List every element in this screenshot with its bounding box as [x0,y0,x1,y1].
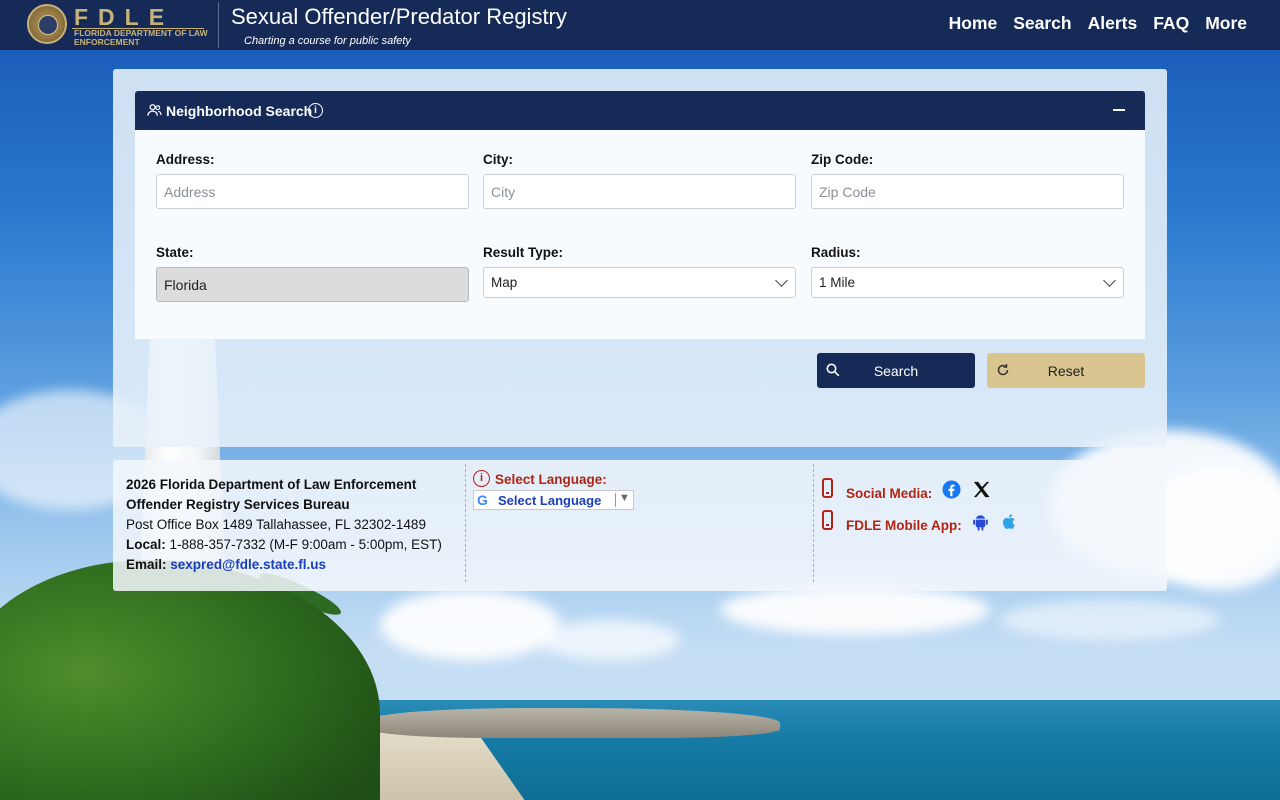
search-card: Neighborhood Search i Address: City: Zip… [113,69,1167,447]
header-divider [218,2,219,48]
info-alert-icon: i [473,470,490,487]
email-line: Email: sexpred@fdle.state.fl.us [126,555,442,575]
site-header: FDLE Florida Department of Law Enforceme… [0,0,1280,50]
panel-title: Neighborhood Search [166,103,313,119]
city-field-group: City: [483,152,796,209]
google-icon: G [477,492,488,508]
search-button-label: Search [873,363,919,379]
chevron-down-icon [1103,274,1116,287]
nav-faq[interactable]: FAQ [1153,13,1189,34]
panel-body: Address: City: Zip Code: State: Result T… [135,130,1145,339]
contact-block: 2026 Florida Department of Law Enforceme… [126,475,442,575]
language-select[interactable]: G Select Language ▼ [473,490,634,510]
facebook-icon[interactable] [942,480,961,499]
zip-input[interactable] [811,174,1124,209]
state-input [156,267,469,302]
result-type-select[interactable]: Map [483,267,796,298]
site-tagline: Charting a course for public safety [244,35,411,47]
reset-button-label: Reset [1047,363,1085,379]
fdle-seal-icon[interactable] [27,4,67,44]
radius-field-group: Radius: 1 Mile [811,245,1124,298]
org-line: 2026 Florida Department of Law Enforceme… [126,477,417,492]
info-icon[interactable]: i [308,103,323,118]
dropdown-arrow-icon: ▼ [619,492,630,504]
mobile-phone-icon [822,510,833,530]
address-field-group: Address: [156,152,469,209]
rock-jetty [370,708,780,738]
brand-abbr[interactable]: FDLE [74,4,174,31]
reset-button[interactable]: Reset [987,353,1145,388]
result-type-value: Map [491,275,518,290]
language-label: Select Language: [495,472,607,487]
panel-header: Neighborhood Search i [135,91,1145,130]
mobile-phone-icon [822,478,833,498]
mobile-app-label: FDLE Mobile App: [846,518,962,533]
address-label: Address: [156,152,215,167]
cloud [1000,600,1220,640]
cloud [540,620,680,660]
search-button[interactable]: Search [817,353,975,388]
collapse-icon[interactable] [1113,109,1125,111]
footer-info: 2026 Florida Department of Law Enforceme… [113,460,1167,591]
people-icon [147,104,162,116]
city-input[interactable] [483,174,796,209]
zip-label: Zip Code: [811,152,874,167]
local-phone-line: Local: 1-888-357-7332 (M-F 9:00am - 5:00… [126,535,442,555]
zip-field-group: Zip Code: [811,152,1124,209]
result-type-field-group: Result Type: Map [483,245,796,298]
language-label-row: i Select Language: [473,470,634,487]
nav-home[interactable]: Home [949,13,998,34]
state-label: State: [156,245,194,260]
email-link[interactable]: sexpred@fdle.state.fl.us [170,557,326,572]
select-separator [615,493,616,507]
chevron-down-icon [775,274,788,287]
mailing-address: Post Office Box 1489 Tallahassee, FL 323… [126,517,426,532]
radius-label: Radius: [811,245,861,260]
social-media-label: Social Media: [846,486,933,501]
apple-icon[interactable] [1000,512,1019,531]
android-icon[interactable] [971,512,990,531]
radius-value: 1 Mile [819,275,856,290]
nav-search[interactable]: Search [1013,13,1071,34]
nav-alerts[interactable]: Alerts [1088,13,1138,34]
bureau-name: Offender Registry Services Bureau [126,497,350,512]
city-label: City: [483,152,513,167]
email-label: Email: [126,557,167,572]
x-twitter-icon[interactable] [972,480,991,499]
site-title: Sexual Offender/Predator Registry [231,4,567,29]
radius-select[interactable]: 1 Mile [811,267,1124,298]
column-divider [813,464,814,582]
state-field-group: State: [156,245,469,302]
local-phone: 1-888-357-7332 (M-F 9:00am - 5:00pm, EST… [165,537,442,552]
column-divider [465,464,466,582]
result-type-label: Result Type: [483,245,564,260]
local-label: Local: [126,537,166,552]
address-input[interactable] [156,174,469,209]
language-block: i Select Language: G Select Language ▼ [473,470,634,510]
cloud [720,585,990,635]
brand-full-name[interactable]: Florida Department of Law Enforcement [74,29,209,47]
nav-more[interactable]: More [1205,13,1247,34]
main-nav: Home Search Alerts FAQ More [949,13,1247,34]
language-select-value: Select Language [498,493,602,508]
cloud [380,590,560,660]
